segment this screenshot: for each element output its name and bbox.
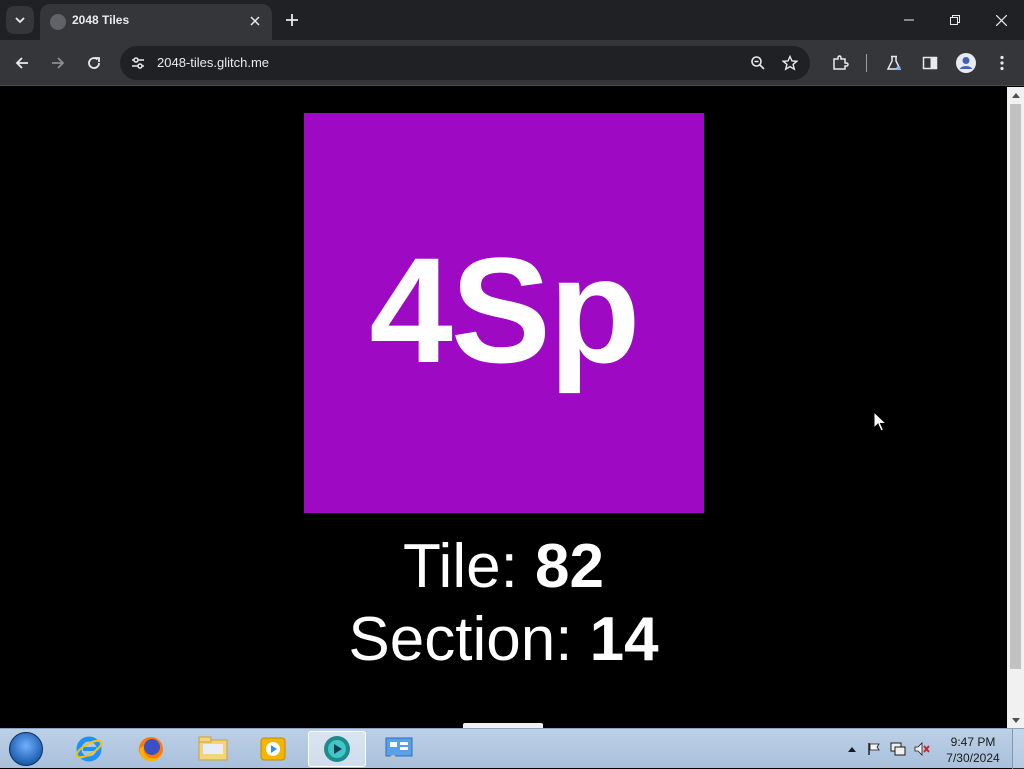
tab-title: 2048 Tiles (72, 13, 130, 27)
media-player-icon[interactable] (244, 731, 302, 767)
section-label: Section: (348, 605, 590, 674)
browser-toolbar: 2048-tiles.glitch.me (0, 40, 1024, 86)
reload-icon (88, 57, 100, 69)
new-tab-button[interactable] (280, 8, 304, 32)
windows-logo-icon (9, 732, 43, 766)
site-info-button[interactable] (126, 51, 150, 75)
avatar-icon (956, 53, 976, 73)
star-icon (782, 55, 798, 71)
section-number-line: Section: 14 (0, 609, 1007, 671)
screen: 2048 Tiles 2048-tiles.glitch.me 4Sp Tile… (0, 0, 1024, 769)
close-icon (250, 16, 260, 26)
network-icon[interactable] (890, 741, 906, 757)
vertical-scrollbar[interactable] (1007, 87, 1024, 728)
browser-tab[interactable]: 2048 Tiles (40, 4, 272, 40)
active-app-icon[interactable] (308, 731, 366, 767)
triangle-up-icon (1011, 92, 1020, 98)
tile-text: 4Sp (369, 226, 640, 394)
system-clock[interactable]: 9:47 PM 7/30/2024 (940, 734, 1006, 766)
zoom-button[interactable] (746, 51, 770, 75)
tile-number-line: Tile: 82 (0, 536, 1007, 598)
minimize-icon (904, 19, 914, 21)
firefox-icon[interactable] (122, 731, 180, 767)
close-window-button[interactable] (978, 0, 1024, 40)
mouse-cursor-icon (873, 411, 887, 432)
tune-icon (132, 57, 144, 69)
arrow-right-icon (52, 57, 65, 69)
url-text[interactable]: 2048-tiles.glitch.me (157, 55, 269, 70)
restore-button[interactable] (932, 0, 978, 40)
internet-explorer-icon[interactable] (60, 731, 118, 767)
back-button[interactable] (6, 47, 38, 79)
reload-button[interactable] (78, 47, 110, 79)
restore-icon (950, 15, 960, 25)
scroll-up-button[interactable] (1007, 87, 1024, 103)
control-panel-icon[interactable] (370, 731, 428, 767)
address-bar[interactable]: 2048-tiles.glitch.me (120, 46, 810, 80)
file-explorer-icon[interactable] (184, 731, 242, 767)
tab-close-button[interactable] (246, 12, 264, 30)
side-panel-button[interactable] (914, 47, 946, 79)
page-viewport: 4Sp Tile: 82 Section: 14 (0, 87, 1007, 728)
action-center-flag-icon[interactable] (866, 741, 882, 757)
kebab-menu-icon (1000, 55, 1004, 71)
labs-button[interactable] (878, 47, 910, 79)
arrow-left-icon (15, 57, 28, 69)
triangle-down-icon (1011, 717, 1020, 723)
extensions-button[interactable] (824, 47, 856, 79)
profile-button[interactable] (950, 47, 982, 79)
triangle-up-icon (848, 746, 856, 752)
zoom-icon (751, 56, 765, 70)
forward-button[interactable] (42, 47, 74, 79)
bookmark-button[interactable] (778, 51, 802, 75)
side-panel-icon (922, 56, 938, 70)
flask-icon (886, 55, 902, 70)
clock-time: 9:47 PM (950, 735, 996, 749)
start-button[interactable] (6, 730, 46, 768)
puzzle-icon (833, 55, 849, 70)
minimize-button[interactable] (886, 0, 932, 40)
volume-muted-icon[interactable] (914, 741, 930, 757)
scroll-thumb[interactable] (1010, 104, 1021, 669)
show-hidden-icons-button[interactable] (844, 741, 860, 757)
tab-search-button[interactable] (6, 6, 34, 34)
tile-square: 4Sp (304, 113, 704, 513)
toolbar-separator (866, 54, 867, 72)
close-icon (995, 14, 1007, 26)
show-desktop-button[interactable] (1012, 729, 1024, 769)
windows-taskbar: 9:47 PM 7/30/2024 (0, 728, 1024, 769)
menu-button[interactable] (986, 47, 1018, 79)
tile-value: 82 (535, 532, 605, 601)
scroll-down-button[interactable] (1007, 712, 1024, 728)
plus-icon (286, 14, 298, 26)
chevron-down-icon (15, 17, 25, 24)
tile-label: Tile: (402, 532, 536, 601)
clock-date: 7/30/2024 (946, 751, 1000, 765)
tab-strip: 2048 Tiles (0, 0, 1024, 40)
globe-icon (50, 14, 66, 30)
section-value: 14 (589, 605, 659, 674)
